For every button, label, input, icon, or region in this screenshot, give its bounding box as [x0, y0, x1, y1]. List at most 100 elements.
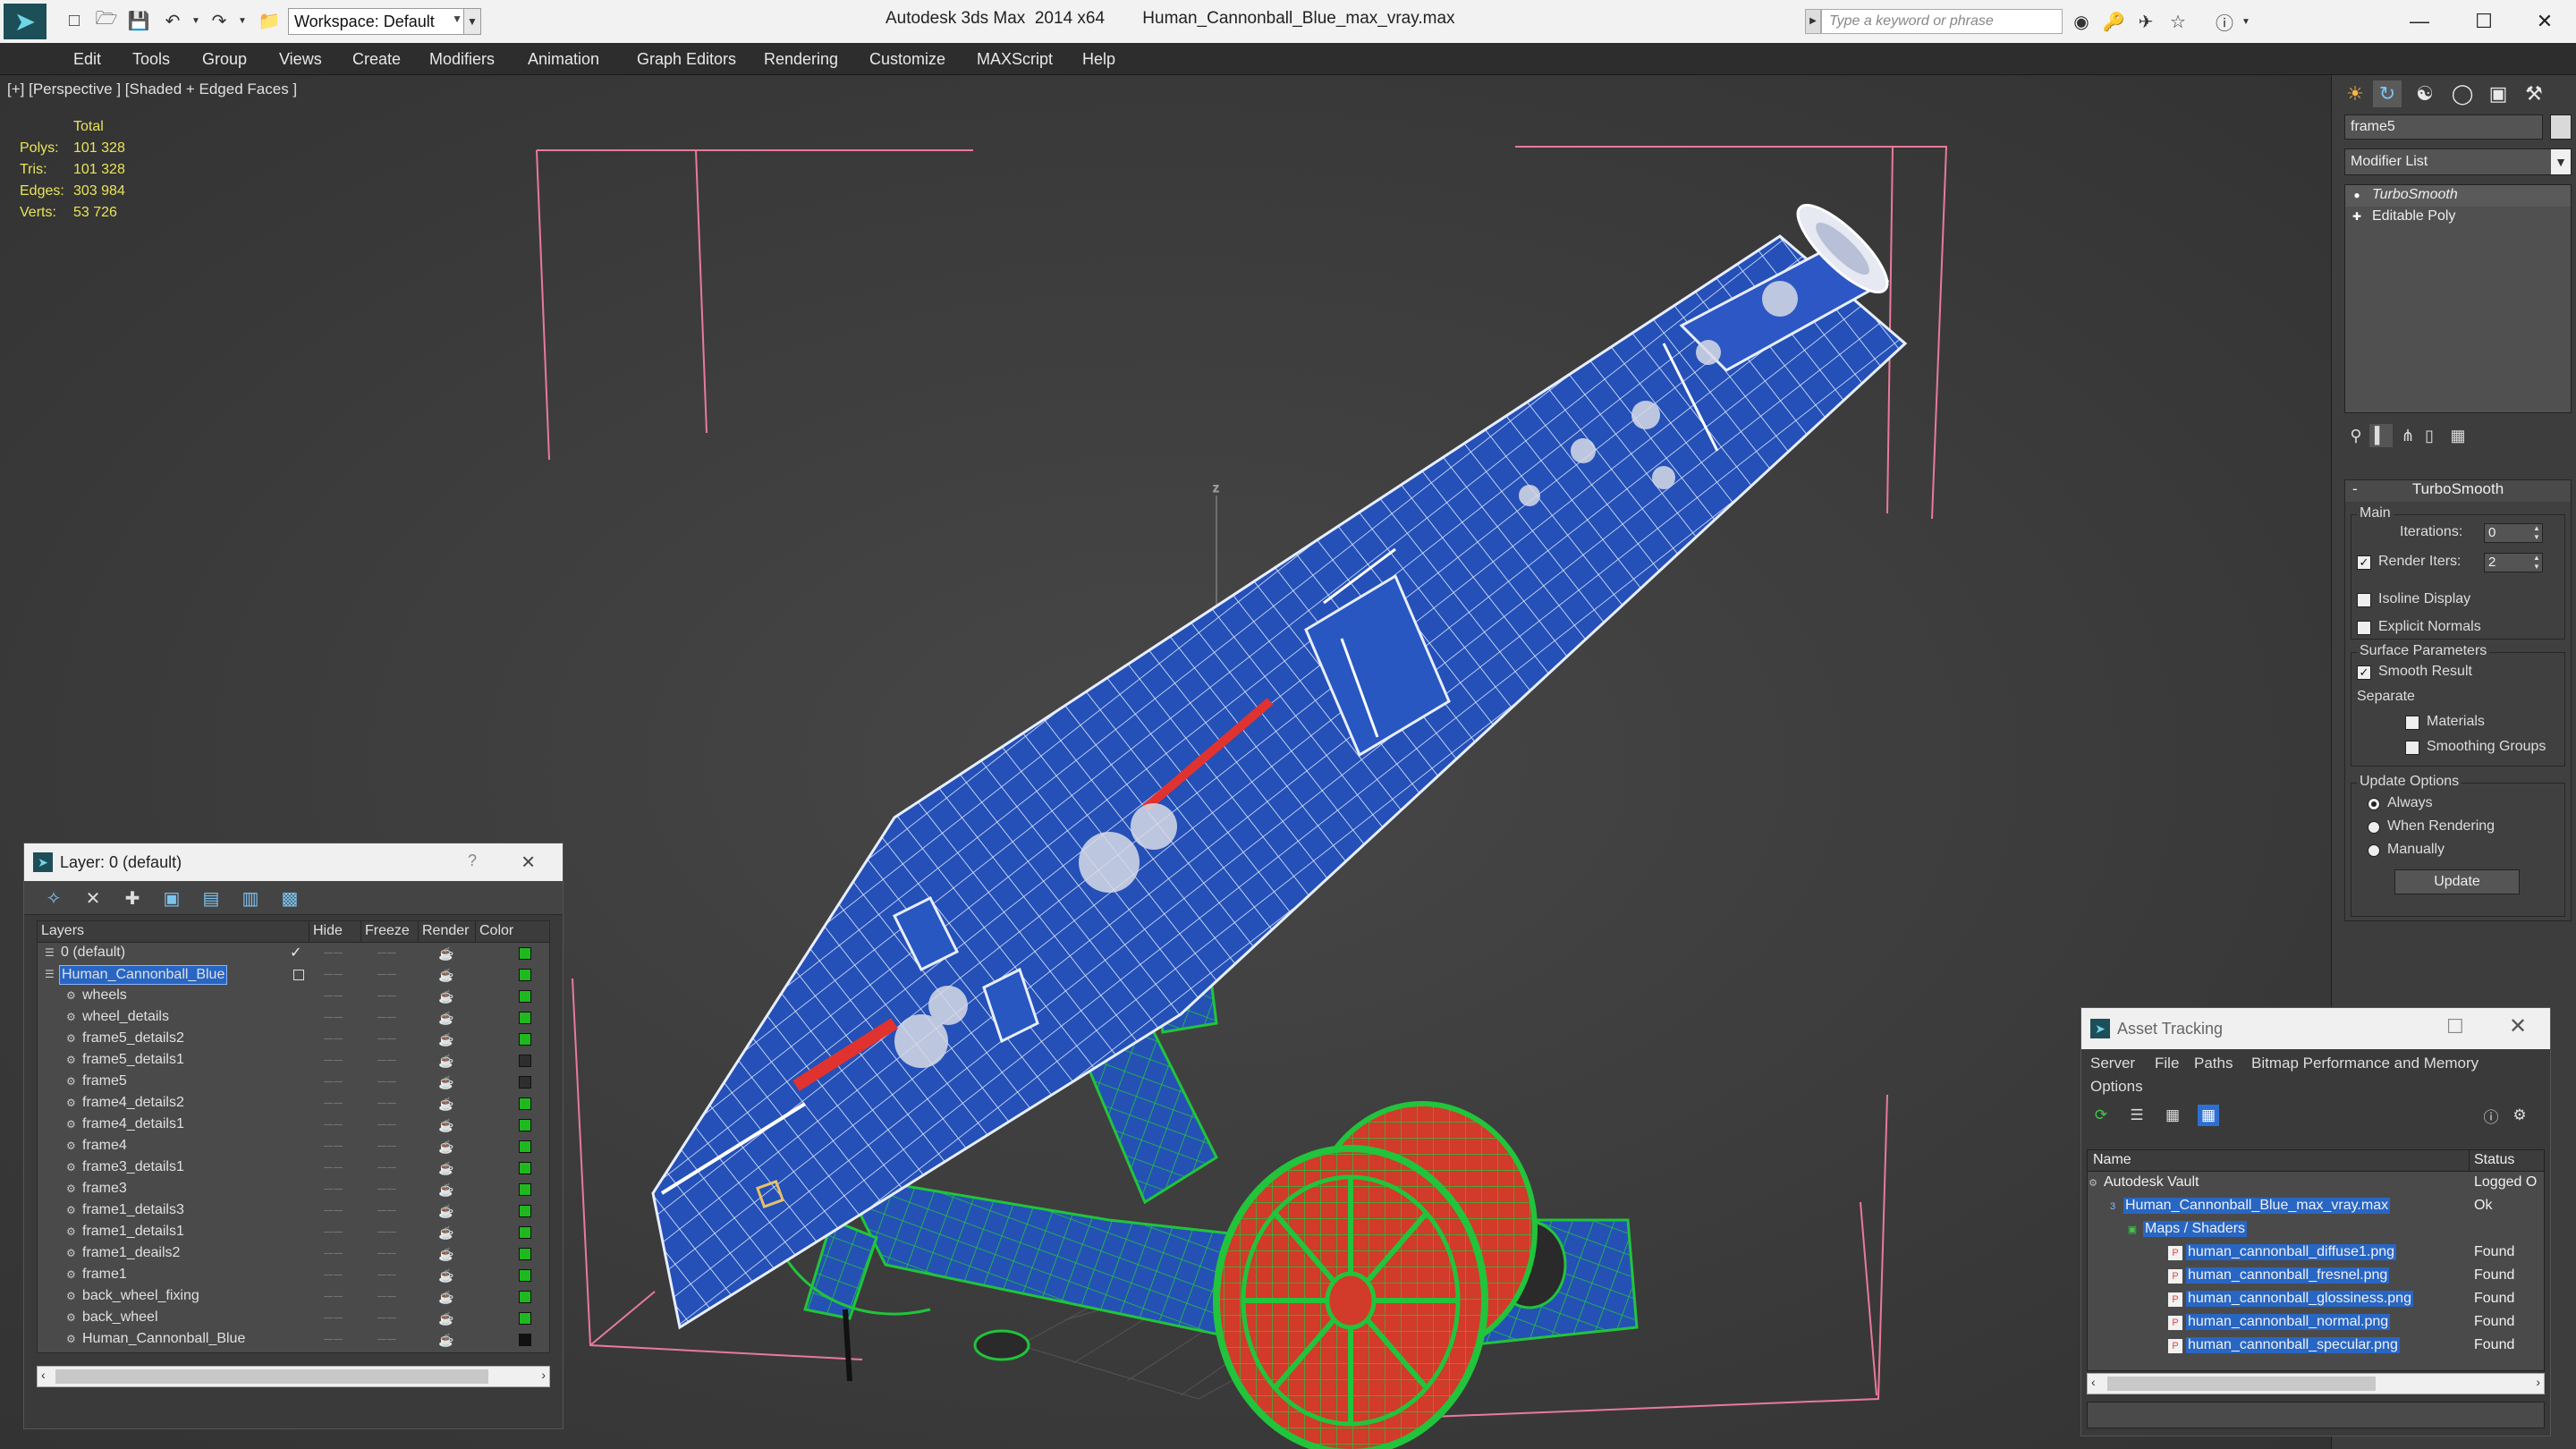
hide-toggle[interactable]: ——: [324, 1313, 343, 1323]
open-file-icon[interactable]: 🗁: [95, 9, 118, 32]
freeze-toggle[interactable]: ——: [377, 1270, 396, 1280]
layer-color-swatch[interactable]: [519, 969, 531, 981]
search-input[interactable]: Type a keyword or phrase: [1821, 9, 2063, 34]
motion-tab-icon[interactable]: ◯: [2448, 80, 2477, 107]
menu-customize[interactable]: Customize: [869, 50, 945, 69]
scroll-right-icon[interactable]: ›: [2536, 1375, 2540, 1389]
layer-color-swatch[interactable]: [519, 1119, 531, 1131]
render-teapot-icon[interactable]: ☕: [438, 1268, 454, 1283]
close-icon[interactable]: ✕: [2509, 1013, 2527, 1039]
asset-name[interactable]: Maps / Shaders: [2143, 1221, 2248, 1237]
layer-color-swatch[interactable]: [519, 1055, 531, 1067]
freeze-toggle[interactable]: ——: [377, 1055, 396, 1065]
create-tab-icon[interactable]: ☀: [2341, 80, 2369, 107]
render-teapot-icon[interactable]: ☕: [438, 968, 454, 982]
asset-row[interactable]: Phuman_cannonball_specular.png Found: [2088, 1335, 2544, 1358]
menu-edit[interactable]: Edit: [73, 50, 101, 69]
layer-name[interactable]: wheel_details: [80, 1008, 171, 1028]
render-teapot-icon[interactable]: ☕: [438, 1011, 454, 1025]
layer-name[interactable]: frame5: [80, 1072, 129, 1092]
hide-toggle[interactable]: ——: [324, 1034, 343, 1044]
freeze-toggle[interactable]: ——: [377, 1335, 396, 1344]
layer-name[interactable]: back_wheel: [80, 1309, 160, 1328]
communication-center-icon[interactable]: ✈: [2134, 10, 2157, 33]
render-teapot-icon[interactable]: ☕: [438, 1182, 454, 1197]
layer-name[interactable]: 0 (default): [59, 944, 127, 963]
asset-menu-options[interactable]: Options: [2090, 1078, 2143, 1096]
redo-icon[interactable]: ↷: [208, 9, 231, 32]
layer-row[interactable]: ⚙ back_wheel_fixing —— —— ☕: [38, 1286, 549, 1308]
layer-row[interactable]: ⚙ frame4 —— —— ☕: [38, 1136, 549, 1157]
layer-name[interactable]: frame1_details1: [80, 1223, 186, 1242]
freeze-toggle[interactable]: ——: [377, 1098, 396, 1108]
layer-row[interactable]: ⚙ frame1 —— —— ☕: [38, 1265, 549, 1286]
binoculars-icon[interactable]: ◉: [2070, 10, 2093, 33]
object-name-field[interactable]: frame5: [2344, 114, 2543, 140]
redo-dropdown-icon[interactable]: ▼: [231, 9, 254, 32]
menu-animation[interactable]: Animation: [528, 50, 599, 69]
layer-name[interactable]: frame1_deails2: [80, 1244, 182, 1264]
hide-toggle[interactable]: ——: [324, 1249, 343, 1258]
stack-item-editable-poly[interactable]: ✚ Editable Poly: [2345, 207, 2571, 228]
help-icon[interactable]: ⓘ: [2480, 1105, 2502, 1126]
menu-modifiers[interactable]: Modifiers: [429, 50, 495, 69]
render-teapot-icon[interactable]: ☕: [438, 1075, 454, 1089]
col-name[interactable]: Name: [2093, 1152, 2131, 1168]
freeze-toggle[interactable]: ——: [377, 1227, 396, 1237]
render-teapot-icon[interactable]: ☕: [438, 1333, 454, 1347]
asset-menu-bitmap-performance[interactable]: Bitmap Performance and Memory: [2251, 1055, 2479, 1072]
layer-row[interactable]: ⚙ frame1_details3 —— —— ☕: [38, 1200, 549, 1222]
hide-toggle[interactable]: ——: [324, 1292, 343, 1301]
active-layer-check-icon[interactable]: ✓: [290, 944, 301, 962]
favorites-star-icon[interactable]: ☆: [2166, 10, 2190, 33]
render-teapot-icon[interactable]: ☕: [438, 1225, 454, 1240]
layer-horizontal-scrollbar[interactable]: ‹ ›: [37, 1366, 550, 1387]
menu-maxscript[interactable]: MAXScript: [977, 50, 1053, 69]
asset-dialog-titlebar[interactable]: ➤ Asset Tracking ☐ ✕: [2081, 1008, 2550, 1049]
undo-dropdown-icon[interactable]: ▼: [184, 9, 208, 32]
freeze-all-layers-icon[interactable]: ▩: [278, 886, 301, 910]
customize-quick-access-button[interactable]: ▼: [463, 8, 481, 35]
asset-row[interactable]: Phuman_cannonball_glossiness.png Found: [2088, 1288, 2544, 1311]
layer-name[interactable]: frame3_details1: [80, 1158, 186, 1178]
asset-name[interactable]: human_cannonball_normal.png: [2186, 1314, 2391, 1330]
hide-toggle[interactable]: ——: [324, 1013, 343, 1022]
asset-row[interactable]: ⚙ Autodesk Vault Logged O: [2088, 1172, 2544, 1195]
expand-icon[interactable]: ✚: [2351, 210, 2363, 223]
layer-row[interactable]: ⚙ frame5 —— —— ☕: [38, 1072, 549, 1093]
hide-toggle[interactable]: ——: [324, 970, 343, 979]
col-divider[interactable]: [2469, 1150, 2470, 1172]
hide-toggle[interactable]: ——: [324, 1227, 343, 1237]
layer-row[interactable]: ⚙ frame3 —— —— ☕: [38, 1179, 549, 1200]
layer-row[interactable]: ⚙ Human_Cannonball_Blue —— —— ☕: [38, 1329, 549, 1351]
layer-color-swatch[interactable]: [519, 1140, 531, 1153]
col-color[interactable]: Color: [476, 921, 530, 942]
layer-color-swatch[interactable]: [519, 1183, 531, 1196]
freeze-toggle[interactable]: ——: [377, 1034, 396, 1044]
spinner-arrows-icon[interactable]: ▲ ▼: [2531, 554, 2542, 572]
render-teapot-icon[interactable]: ☕: [438, 1204, 454, 1218]
delete-layer-icon[interactable]: ✕: [81, 886, 105, 910]
materials-checkbox[interactable]: [2405, 716, 2419, 730]
refresh-icon[interactable]: ⟳: [2090, 1105, 2112, 1126]
layer-row[interactable]: ⚙ frame5_details2 —— —— ☕: [38, 1029, 549, 1050]
hide-toggle[interactable]: ——: [324, 1206, 343, 1216]
utilities-tab-icon[interactable]: ⚒: [2520, 80, 2548, 107]
render-iters-spinner[interactable]: 2 ▲ ▼: [2484, 553, 2543, 572]
layer-color-swatch[interactable]: [519, 1162, 531, 1174]
layer-row[interactable]: ⚙ frame4_details2 —— —— ☕: [38, 1093, 549, 1114]
add-to-layer-icon[interactable]: ✚: [121, 886, 144, 910]
freeze-toggle[interactable]: ——: [377, 1313, 396, 1323]
hide-all-layers-icon[interactable]: ▥: [239, 886, 262, 910]
layer-color-swatch[interactable]: [519, 1012, 531, 1024]
manually-radio[interactable]: [2368, 844, 2380, 857]
asset-menu-file[interactable]: File: [2155, 1055, 2179, 1072]
search-expand-button[interactable]: ▶: [1805, 9, 1821, 34]
layer-color-swatch[interactable]: [519, 947, 531, 960]
freeze-toggle[interactable]: ——: [377, 991, 396, 1001]
hide-toggle[interactable]: ——: [324, 991, 343, 1001]
new-file-icon[interactable]: □: [63, 9, 86, 32]
subscription-icon[interactable]: 🔑: [2102, 10, 2125, 33]
asset-row[interactable]: 3 Human_Cannonball_Blue_max_vray.max Ok: [2088, 1195, 2544, 1218]
layer-row[interactable]: ⚙ frame4_details1 —— —— ☕: [38, 1114, 549, 1136]
